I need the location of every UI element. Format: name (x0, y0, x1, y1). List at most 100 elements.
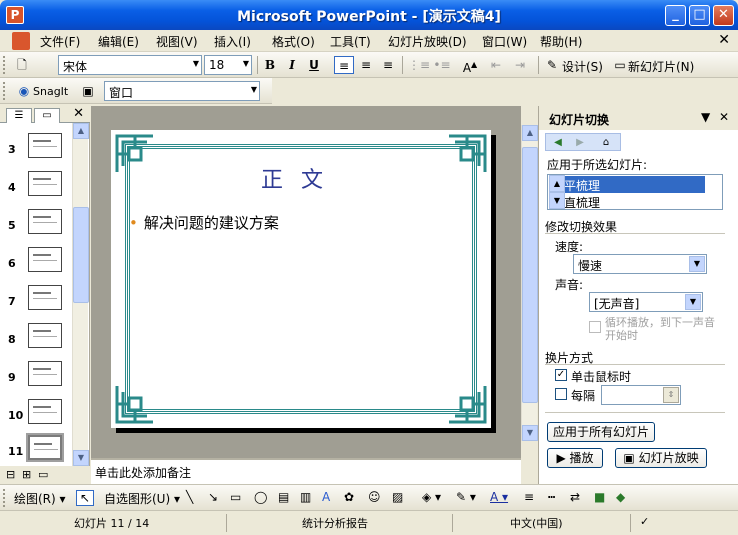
align-center-icon[interactable]: ≡ (356, 56, 376, 74)
scroll-up-icon[interactable]: ▲ (522, 125, 538, 141)
loop-checkbox[interactable] (589, 321, 601, 333)
decrease-indent-icon[interactable]: ⇤ (486, 56, 506, 74)
menu-file[interactable]: 文件(F) (40, 33, 80, 50)
task-pane-close-icon[interactable]: ✕ (719, 110, 729, 124)
list-scrollbar[interactable]: ▲ ▼ (549, 175, 566, 209)
thumbnails-scrollbar[interactable]: ▲ ▼ (72, 123, 89, 466)
slide-sorter-icon[interactable]: ⊞ (22, 468, 31, 481)
slide-thumbnail[interactable]: 6 (0, 245, 70, 283)
numbering-icon[interactable]: ⋮≡ (408, 56, 430, 74)
3d-icon[interactable]: ◆ (616, 490, 625, 504)
select-arrow-icon[interactable]: ↖ (76, 490, 95, 506)
new-slide-icon[interactable]: ▭ (610, 56, 630, 74)
slide-bullet[interactable]: • 解决问题的建议方案 (129, 212, 279, 233)
slide-thumbnail[interactable]: 8 (0, 321, 70, 359)
slide-scrollbar[interactable]: ▲ ▼ (521, 125, 538, 441)
bold-button[interactable]: B (260, 56, 280, 74)
picture-icon[interactable]: ▨ (392, 490, 403, 504)
arrow-icon[interactable]: ↘ (208, 490, 218, 504)
document-icon[interactable] (12, 32, 30, 50)
design-button[interactable]: 设计(S) (562, 58, 603, 75)
line-style-icon[interactable]: ≡ (524, 490, 534, 504)
line-icon[interactable]: ╲ (186, 490, 193, 504)
font-color-icon[interactable]: A ▾ (490, 490, 508, 504)
document-close-icon[interactable]: ✕ (718, 32, 730, 48)
slide-thumbnail[interactable]: 3 (0, 131, 70, 169)
capture-icon[interactable]: ▣ (78, 82, 98, 100)
on-click-checkbox[interactable]: ✓ (555, 369, 567, 381)
font-size-combo[interactable]: 18 ▼ (204, 55, 252, 75)
oval-icon[interactable]: ◯ (254, 490, 267, 504)
menu-window[interactable]: 窗口(W) (482, 33, 527, 50)
shadow-icon[interactable]: ■ (594, 490, 605, 504)
diagram-icon[interactable]: ✿ (344, 490, 354, 504)
menu-view[interactable]: 视图(V) (156, 33, 198, 50)
slideshow-view-icon[interactable]: ▭ (38, 468, 48, 481)
toolbar-grip[interactable] (3, 56, 6, 74)
scroll-down-icon[interactable]: ▼ (73, 450, 89, 466)
slide-canvas[interactable]: 正文 • 解决问题的建议方案 (111, 130, 491, 428)
scroll-thumb[interactable] (522, 147, 538, 403)
scroll-up-icon[interactable]: ▲ (73, 123, 89, 139)
increase-indent-icon[interactable]: ⇥ (510, 56, 530, 74)
arrow-style-icon[interactable]: ⇄ (570, 490, 580, 504)
forward-icon[interactable]: ▶ (570, 135, 590, 151)
dash-style-icon[interactable]: ┅ (548, 490, 555, 504)
textbox-icon[interactable]: ▤ (278, 490, 289, 504)
slide-thumbnail[interactable]: 5 (0, 207, 70, 245)
font-combo[interactable]: 宋体 ▼ (58, 55, 202, 75)
scroll-thumb[interactable] (73, 207, 89, 303)
wordart-icon[interactable]: A (322, 490, 330, 504)
transition-item[interactable]: 垂直梳理 (549, 193, 705, 210)
scroll-down-icon[interactable]: ▼ (522, 425, 538, 441)
every-checkbox[interactable] (555, 388, 567, 400)
clipart-icon[interactable]: ☺ (368, 490, 381, 504)
slide-title[interactable]: 正文 (111, 162, 491, 194)
slide-thumbnail[interactable]: 9 (0, 359, 70, 397)
fill-color-icon[interactable]: ◈ ▾ (422, 490, 441, 504)
spelling-icon[interactable]: ✓ (640, 515, 649, 528)
apply-all-button[interactable]: 应用于所有幻灯片 (547, 422, 655, 442)
slide-thumbnail[interactable]: 4 (0, 169, 70, 207)
menu-insert[interactable]: 插入(I) (214, 33, 251, 50)
design-icon[interactable]: ✎ (542, 56, 562, 74)
speed-dropdown[interactable]: 慢速 ▼ (573, 254, 707, 274)
bullets-icon[interactable]: •≡ (432, 56, 452, 74)
sound-dropdown[interactable]: [无声音] ▼ (589, 292, 703, 312)
rectangle-icon[interactable]: ▭ (230, 490, 241, 504)
vertical-textbox-icon[interactable]: ▥ (300, 490, 311, 504)
snagit-icon[interactable]: ◉ (14, 82, 34, 100)
play-button[interactable]: ▶ 播放 (547, 448, 603, 468)
outline-tab[interactable]: ☰ (6, 108, 32, 123)
window-combo[interactable]: 窗口 ▼ (104, 81, 260, 101)
back-icon[interactable]: ◀ (548, 135, 568, 151)
line-color-icon[interactable]: ✎ ▾ (456, 490, 476, 504)
maximize-button[interactable]: □ (689, 5, 710, 26)
scroll-down-icon[interactable]: ▼ (549, 192, 565, 209)
normal-view-icon[interactable]: ⊟ (6, 468, 15, 481)
toolbar-grip[interactable] (3, 489, 6, 507)
menu-slideshow[interactable]: 幻灯片放映(D) (388, 33, 467, 50)
every-seconds-spinner[interactable]: ⇕ (601, 385, 681, 405)
slide-thumbnail[interactable]: 10 (0, 397, 70, 435)
home-icon[interactable]: ⌂ (596, 135, 616, 151)
notes-pane[interactable]: 单击此处添加备注 (91, 458, 521, 484)
menu-format[interactable]: 格式(O) (272, 33, 315, 50)
menu-tools[interactable]: 工具(T) (330, 33, 371, 50)
slideshow-button[interactable]: ▣ 幻灯片放映 (615, 448, 707, 468)
snagit-button[interactable]: SnagIt (33, 85, 68, 98)
align-right-icon[interactable]: ≡ (378, 56, 398, 74)
underline-button[interactable]: U (304, 56, 324, 74)
menu-help[interactable]: 帮助(H) (540, 33, 582, 50)
close-button[interactable]: ✕ (713, 5, 734, 26)
minimize-button[interactable]: _ (665, 5, 686, 26)
increase-font-icon[interactable]: A▲ (460, 56, 480, 75)
transition-item-selected[interactable]: 水平梳理 (549, 176, 705, 193)
new-slide-button[interactable]: 新幻灯片(N) (628, 58, 694, 75)
italic-button[interactable]: I (282, 56, 302, 74)
task-pane-menu-icon[interactable]: ▼ (701, 110, 710, 124)
draw-menu-button[interactable]: 绘图(R) ▾ (14, 490, 66, 507)
new-document-icon[interactable]: 🗋 (12, 56, 32, 74)
autoshapes-button[interactable]: 自选图形(U) ▾ (104, 490, 180, 507)
toolbar-grip[interactable] (3, 82, 6, 100)
